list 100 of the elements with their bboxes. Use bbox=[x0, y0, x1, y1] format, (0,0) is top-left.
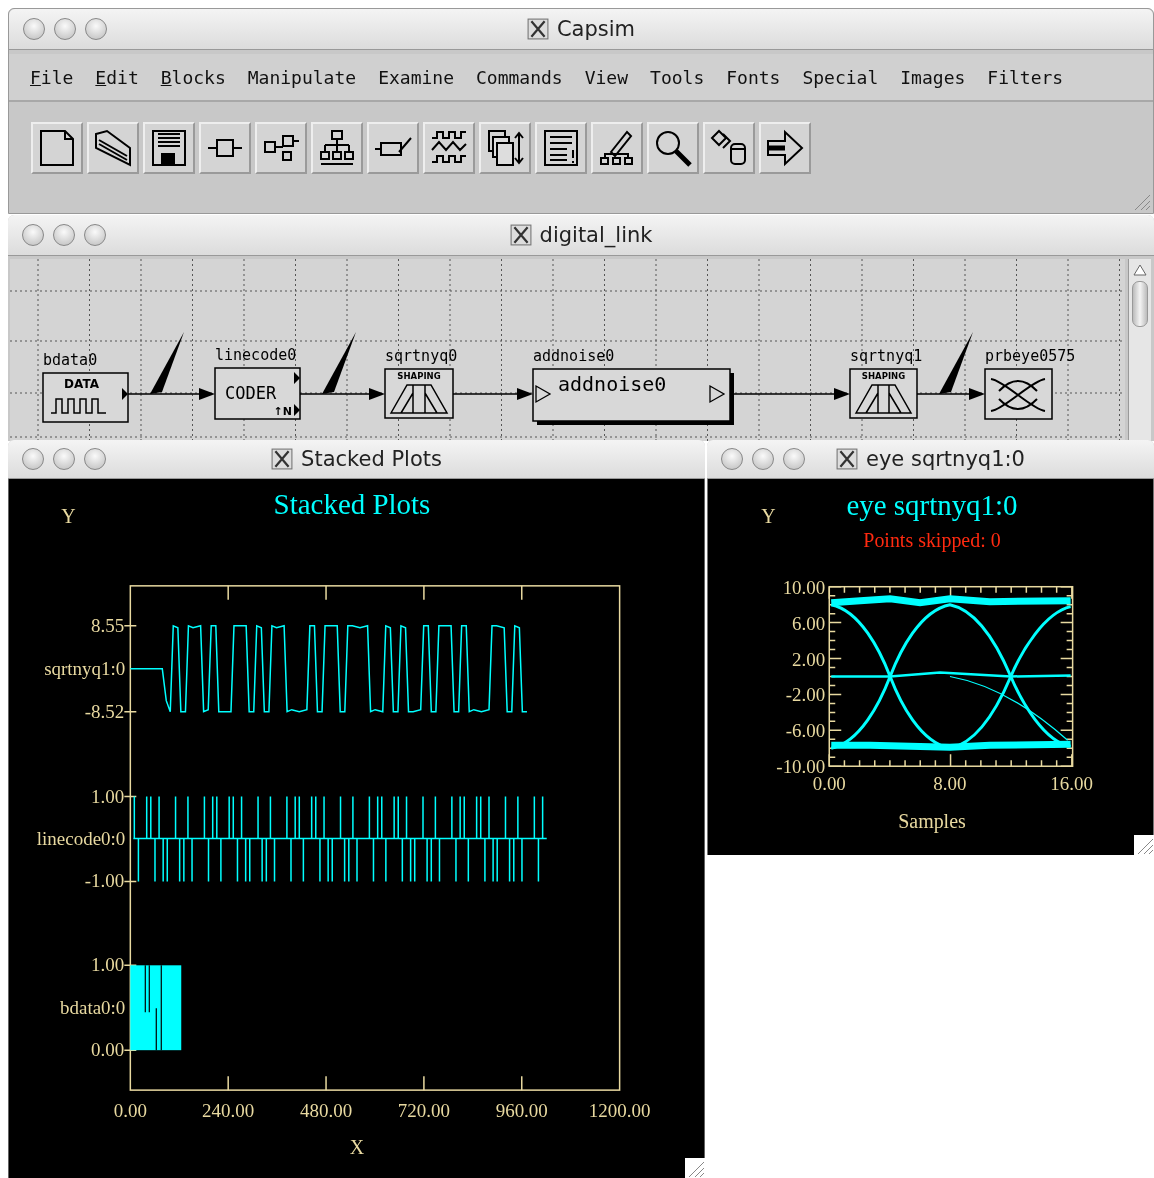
axis-label: Y bbox=[761, 504, 776, 527]
block-text: CODER bbox=[225, 383, 277, 403]
window-button[interactable] bbox=[53, 448, 75, 470]
stacked-pages-icon bbox=[485, 127, 525, 169]
toolbar-button[interactable] bbox=[311, 122, 363, 174]
toolbar-button[interactable] bbox=[87, 122, 139, 174]
menu-item[interactable]: Filters bbox=[976, 66, 1075, 88]
toolbar-button[interactable] bbox=[703, 122, 755, 174]
menu-item[interactable]: Images bbox=[889, 66, 977, 88]
block-label: sqrtnyq0 bbox=[385, 347, 458, 365]
filter-shape-icon bbox=[855, 384, 912, 414]
block-label: sqrtnyq1 bbox=[850, 347, 923, 365]
window-button[interactable] bbox=[22, 448, 44, 470]
chart-title: eye sqrtnyq1:0 bbox=[846, 488, 1018, 521]
menu-item[interactable]: Edit bbox=[84, 66, 150, 88]
window-button[interactable] bbox=[54, 18, 76, 40]
x-window-icon bbox=[526, 18, 549, 40]
port-icon bbox=[122, 388, 128, 400]
block-label: bdata0 bbox=[43, 351, 98, 369]
block-text: SHAPING bbox=[397, 371, 441, 381]
window-button[interactable] bbox=[84, 448, 106, 470]
probe-icon bbox=[150, 332, 184, 394]
tick-label: -6.00 bbox=[785, 720, 826, 742]
filter-shape-icon bbox=[390, 384, 448, 414]
menu-item[interactable]: Special bbox=[791, 66, 890, 88]
tick-label: 0.00 bbox=[113, 1100, 147, 1122]
tick-label: -2.00 bbox=[785, 684, 826, 706]
toolbar-button[interactable] bbox=[591, 122, 643, 174]
x-window-icon bbox=[271, 448, 294, 470]
toolbar-button[interactable] bbox=[255, 122, 307, 174]
menu-item[interactable]: Blocks bbox=[149, 66, 237, 88]
square-wave-icon bbox=[50, 398, 107, 414]
toolbar-button[interactable] bbox=[535, 122, 587, 174]
window-button[interactable] bbox=[84, 224, 106, 246]
menu-item[interactable]: Fonts bbox=[715, 66, 792, 88]
menu-item[interactable]: Manipulate bbox=[236, 66, 368, 88]
window-button[interactable] bbox=[23, 18, 45, 40]
window-button[interactable] bbox=[783, 448, 805, 470]
block-label: prbeye0575 bbox=[985, 347, 1076, 365]
toolbar-button[interactable] bbox=[199, 122, 251, 174]
tick-label: -8.52 bbox=[84, 700, 125, 722]
probe-icon bbox=[322, 332, 356, 394]
block-label: linecode0 bbox=[215, 346, 297, 364]
tick-label: 16.00 bbox=[1050, 773, 1093, 795]
axis-label: Y bbox=[61, 504, 76, 527]
scrollbar[interactable] bbox=[1128, 259, 1151, 441]
block-label: addnoise0 bbox=[533, 347, 615, 365]
document-icon bbox=[541, 127, 581, 169]
window-title: digital_link bbox=[539, 223, 653, 247]
toolbar-button[interactable] bbox=[31, 122, 83, 174]
tick-label: 240.00 bbox=[202, 1100, 255, 1122]
eye-pattern-icon bbox=[990, 378, 1046, 412]
tick-label: 10.00 bbox=[782, 576, 826, 598]
up-arrow-icon bbox=[1132, 263, 1148, 277]
window-title: Stacked Plots bbox=[301, 447, 442, 471]
toolbar-button[interactable] bbox=[759, 122, 811, 174]
tick-label: 6.00 bbox=[792, 612, 826, 634]
window-title: eye sqrtnyq1:0 bbox=[866, 447, 1025, 471]
tick-label: 1200.00 bbox=[588, 1100, 651, 1122]
resize-grip-icon[interactable] bbox=[1134, 835, 1154, 855]
window-button[interactable] bbox=[721, 448, 743, 470]
tick-label: 1.00 bbox=[91, 954, 125, 976]
tick-label: 8.00 bbox=[933, 773, 967, 795]
block-text: SHAPING bbox=[861, 371, 906, 381]
toolbar-button[interactable] bbox=[423, 122, 475, 174]
menu-item[interactable]: Examine bbox=[367, 66, 465, 88]
folder-icon bbox=[93, 127, 133, 169]
toolbar-button[interactable] bbox=[143, 122, 195, 174]
resize-grip-icon[interactable] bbox=[685, 1158, 705, 1178]
menu-item[interactable]: Commands bbox=[465, 66, 574, 88]
menu-item[interactable]: File bbox=[19, 66, 85, 88]
block-text: addnoise0 bbox=[558, 372, 667, 396]
trace-label: sqrtnyq1:0 bbox=[44, 657, 126, 679]
probe-icon bbox=[939, 332, 973, 394]
file-icon bbox=[37, 127, 77, 169]
window-title: Capsim bbox=[556, 17, 636, 41]
chart-title: Stacked Plots bbox=[273, 487, 431, 520]
window-button[interactable] bbox=[53, 224, 75, 246]
trace-label: linecode0:0 bbox=[36, 828, 126, 849]
port-label: ↑N bbox=[273, 405, 292, 418]
menu-item[interactable]: View bbox=[573, 66, 640, 88]
scrollbar-thumb[interactable] bbox=[1132, 281, 1148, 327]
tick-label: 960.00 bbox=[495, 1100, 548, 1122]
window-button[interactable] bbox=[85, 18, 107, 40]
tick-label: 480.00 bbox=[299, 1100, 353, 1122]
window-button[interactable] bbox=[752, 448, 774, 470]
tick-label: 720.00 bbox=[397, 1100, 450, 1122]
axis-label: Samples bbox=[898, 810, 966, 833]
tick-label: 1.00 bbox=[91, 785, 125, 807]
tick-label: 0.00 bbox=[91, 1039, 125, 1061]
toolbar-button[interactable] bbox=[479, 122, 531, 174]
tick-label: 2.00 bbox=[792, 648, 826, 670]
port-icon bbox=[294, 372, 300, 416]
menu-item[interactable]: Tools bbox=[639, 66, 716, 88]
toolbar-button[interactable] bbox=[367, 122, 419, 174]
status-text: Points skipped: 0 bbox=[863, 528, 1001, 551]
tick-label: -1.00 bbox=[84, 870, 125, 892]
toolbar-button[interactable] bbox=[647, 122, 699, 174]
x-window-icon bbox=[509, 224, 532, 246]
window-button[interactable] bbox=[22, 224, 44, 246]
